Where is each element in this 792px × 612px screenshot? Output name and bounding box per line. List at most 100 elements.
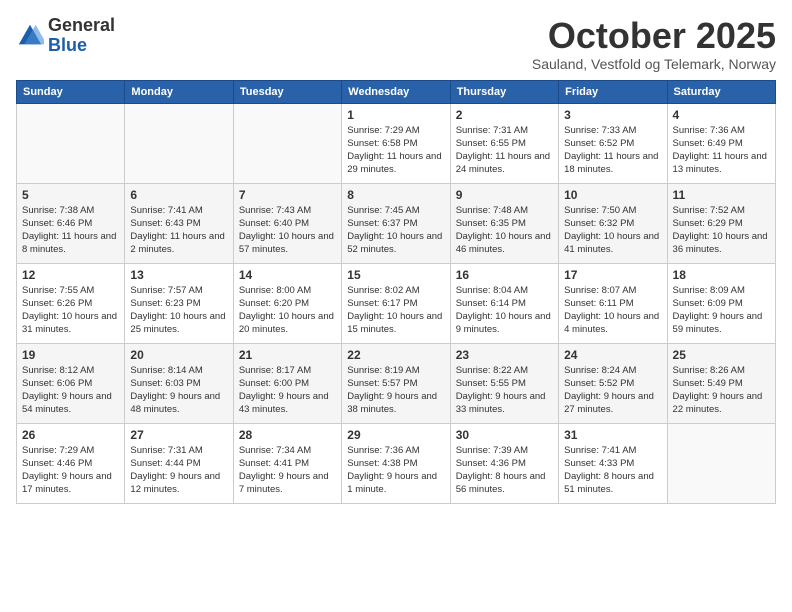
calendar-cell-w3-d2: 13Sunrise: 7:57 AM Sunset: 6:23 PM Dayli… <box>125 263 233 343</box>
day-number: 10 <box>564 188 661 202</box>
calendar-cell-w4-d3: 21Sunrise: 8:17 AM Sunset: 6:00 PM Dayli… <box>233 343 341 423</box>
calendar-cell-w2-d7: 11 Sunrise: 7:52 AM Sunset: 6:29 PM Dayli… <box>667 183 775 263</box>
logo-icon <box>16 22 44 50</box>
day-number: 22 <box>347 348 444 362</box>
day-number: 4 <box>673 108 770 122</box>
day-number: 31 <box>564 428 661 442</box>
header-saturday: Saturday <box>667 80 775 103</box>
day-number: 19 <box>22 348 119 362</box>
calendar-cell-w3-d6: 17 Sunrise: 8:07 AM Sunset: 6:11 PM Dayli… <box>559 263 667 343</box>
day-info: Sunrise: 7:43 AM Sunset: 6:40 PM Dayligh… <box>239 204 336 257</box>
day-info: Sunrise: 7:50 AM Sunset: 6:32 PM Dayligh… <box>564 204 661 257</box>
day-number: 7 <box>239 188 336 202</box>
day-info: Sunrise: 8:12 AM Sunset: 6:06 PM Dayligh… <box>22 364 119 417</box>
day-info: Sunrise: 8:14 AM Sunset: 6:03 PM Dayligh… <box>130 364 227 417</box>
title-block: October 2025 Sauland, Vestfold og Telema… <box>532 16 776 72</box>
calendar-cell-w4-d2: 20 Sunrise: 8:14 AM Sunset: 6:03 PM Dayli… <box>125 343 233 423</box>
calendar-cell-w1-d5: 2 Sunrise: 7:31 AM Sunset: 6:55 PM Daylig… <box>450 103 558 183</box>
calendar-cell-w2-d3: 7 Sunrise: 7:43 AM Sunset: 6:40 PM Daylig… <box>233 183 341 263</box>
calendar-week-4: 19 Sunrise: 8:12 AM Sunset: 6:06 PM Dayli… <box>17 343 776 423</box>
header-tuesday: Tuesday <box>233 80 341 103</box>
day-number: 11 <box>673 188 770 202</box>
day-number: 2 <box>456 108 553 122</box>
calendar-cell-w4-d5: 23 Sunrise: 8:22 AM Sunset: 5:55 PM Dayli… <box>450 343 558 423</box>
day-number: 26 <box>22 428 119 442</box>
day-info: Sunrise: 8:24 AM Sunset: 5:52 PM Dayligh… <box>564 364 661 417</box>
day-number: 9 <box>456 188 553 202</box>
calendar-week-2: 5Sunrise: 7:38 AM Sunset: 6:46 PM Daylig… <box>17 183 776 263</box>
calendar-cell-w1-d6: 3 Sunrise: 7:33 AM Sunset: 6:52 PM Daylig… <box>559 103 667 183</box>
calendar-header-row: Sunday Monday Tuesday Wednesday Thursday… <box>17 80 776 103</box>
day-info: Sunrise: 8:07 AM Sunset: 6:11 PM Dayligh… <box>564 284 661 337</box>
day-info: Sunrise: 7:41 AM Sunset: 4:33 PM Dayligh… <box>564 444 661 497</box>
day-number: 3 <box>564 108 661 122</box>
header-sunday: Sunday <box>17 80 125 103</box>
page-header: General Blue October 2025 Sauland, Vestf… <box>16 16 776 72</box>
header-monday: Monday <box>125 80 233 103</box>
calendar-cell-w5-d6: 31 Sunrise: 7:41 AM Sunset: 4:33 PM Dayli… <box>559 423 667 503</box>
day-info: Sunrise: 7:55 AM Sunset: 6:26 PM Dayligh… <box>22 284 119 337</box>
day-info: Sunrise: 8:00 AM Sunset: 6:20 PM Dayligh… <box>239 284 336 337</box>
day-number: 5 <box>22 188 119 202</box>
day-number: 13 <box>130 268 227 282</box>
day-info: Sunrise: 7:29 AM Sunset: 4:46 PM Dayligh… <box>22 444 119 497</box>
day-info: Sunrise: 7:41 AM Sunset: 6:43 PM Dayligh… <box>130 204 227 257</box>
header-friday: Friday <box>559 80 667 103</box>
day-info: Sunrise: 7:39 AM Sunset: 4:36 PM Dayligh… <box>456 444 553 497</box>
calendar-cell-w3-d4: 15 Sunrise: 8:02 AM Sunset: 6:17 PM Dayli… <box>342 263 450 343</box>
day-info: Sunrise: 7:36 AM Sunset: 6:49 PM Dayligh… <box>673 124 770 177</box>
header-thursday: Thursday <box>450 80 558 103</box>
day-number: 21 <box>239 348 336 362</box>
day-info: Sunrise: 8:02 AM Sunset: 6:17 PM Dayligh… <box>347 284 444 337</box>
day-number: 23 <box>456 348 553 362</box>
calendar-cell-w3-d1: 12 Sunrise: 7:55 AM Sunset: 6:26 PM Dayli… <box>17 263 125 343</box>
day-number: 28 <box>239 428 336 442</box>
day-info: Sunrise: 7:45 AM Sunset: 6:37 PM Dayligh… <box>347 204 444 257</box>
day-info: Sunrise: 7:36 AM Sunset: 4:38 PM Dayligh… <box>347 444 444 497</box>
day-info: Sunrise: 7:31 AM Sunset: 4:44 PM Dayligh… <box>130 444 227 497</box>
calendar-week-1: 1Sunrise: 7:29 AM Sunset: 6:58 PM Daylig… <box>17 103 776 183</box>
day-info: Sunrise: 7:48 AM Sunset: 6:35 PM Dayligh… <box>456 204 553 257</box>
day-number: 14 <box>239 268 336 282</box>
location-subtitle: Sauland, Vestfold og Telemark, Norway <box>532 56 776 72</box>
day-info: Sunrise: 8:04 AM Sunset: 6:14 PM Dayligh… <box>456 284 553 337</box>
calendar-cell-w1-d3 <box>233 103 341 183</box>
calendar-cell-w4-d7: 25Sunrise: 8:26 AM Sunset: 5:49 PM Dayli… <box>667 343 775 423</box>
calendar-cell-w5-d1: 26 Sunrise: 7:29 AM Sunset: 4:46 PM Dayli… <box>17 423 125 503</box>
calendar-cell-w5-d7 <box>667 423 775 503</box>
calendar-cell-w1-d2 <box>125 103 233 183</box>
day-info: Sunrise: 7:31 AM Sunset: 6:55 PM Dayligh… <box>456 124 553 177</box>
day-info: Sunrise: 7:33 AM Sunset: 6:52 PM Dayligh… <box>564 124 661 177</box>
day-number: 25 <box>673 348 770 362</box>
day-number: 18 <box>673 268 770 282</box>
day-number: 15 <box>347 268 444 282</box>
day-number: 20 <box>130 348 227 362</box>
calendar-week-3: 12 Sunrise: 7:55 AM Sunset: 6:26 PM Dayli… <box>17 263 776 343</box>
calendar-cell-w4-d4: 22 Sunrise: 8:19 AM Sunset: 5:57 PM Dayli… <box>342 343 450 423</box>
calendar-cell-w4-d1: 19 Sunrise: 8:12 AM Sunset: 6:06 PM Dayli… <box>17 343 125 423</box>
day-info: Sunrise: 7:52 AM Sunset: 6:29 PM Dayligh… <box>673 204 770 257</box>
calendar-cell-w3-d5: 16 Sunrise: 8:04 AM Sunset: 6:14 PM Dayli… <box>450 263 558 343</box>
calendar-cell-w5-d2: 27 Sunrise: 7:31 AM Sunset: 4:44 PM Dayli… <box>125 423 233 503</box>
month-title: October 2025 <box>532 16 776 56</box>
day-number: 17 <box>564 268 661 282</box>
day-info: Sunrise: 8:22 AM Sunset: 5:55 PM Dayligh… <box>456 364 553 417</box>
day-number: 12 <box>22 268 119 282</box>
calendar-cell-w3-d3: 14 Sunrise: 8:00 AM Sunset: 6:20 PM Dayli… <box>233 263 341 343</box>
calendar-cell-w5-d5: 30 Sunrise: 7:39 AM Sunset: 4:36 PM Dayli… <box>450 423 558 503</box>
logo-general-text: General <box>48 16 115 36</box>
calendar-cell-w1-d1 <box>17 103 125 183</box>
day-number: 29 <box>347 428 444 442</box>
calendar-cell-w2-d4: 8Sunrise: 7:45 AM Sunset: 6:37 PM Daylig… <box>342 183 450 263</box>
calendar-cell-w5-d4: 29 Sunrise: 7:36 AM Sunset: 4:38 PM Dayli… <box>342 423 450 503</box>
day-number: 30 <box>456 428 553 442</box>
day-info: Sunrise: 7:34 AM Sunset: 4:41 PM Dayligh… <box>239 444 336 497</box>
day-number: 6 <box>130 188 227 202</box>
calendar-cell-w2-d6: 10 Sunrise: 7:50 AM Sunset: 6:32 PM Dayli… <box>559 183 667 263</box>
calendar-cell-w5-d3: 28 Sunrise: 7:34 AM Sunset: 4:41 PM Dayli… <box>233 423 341 503</box>
calendar-cell-w1-d7: 4 Sunrise: 7:36 AM Sunset: 6:49 PM Daylig… <box>667 103 775 183</box>
day-number: 16 <box>456 268 553 282</box>
day-info: Sunrise: 8:19 AM Sunset: 5:57 PM Dayligh… <box>347 364 444 417</box>
day-number: 27 <box>130 428 227 442</box>
day-number: 24 <box>564 348 661 362</box>
